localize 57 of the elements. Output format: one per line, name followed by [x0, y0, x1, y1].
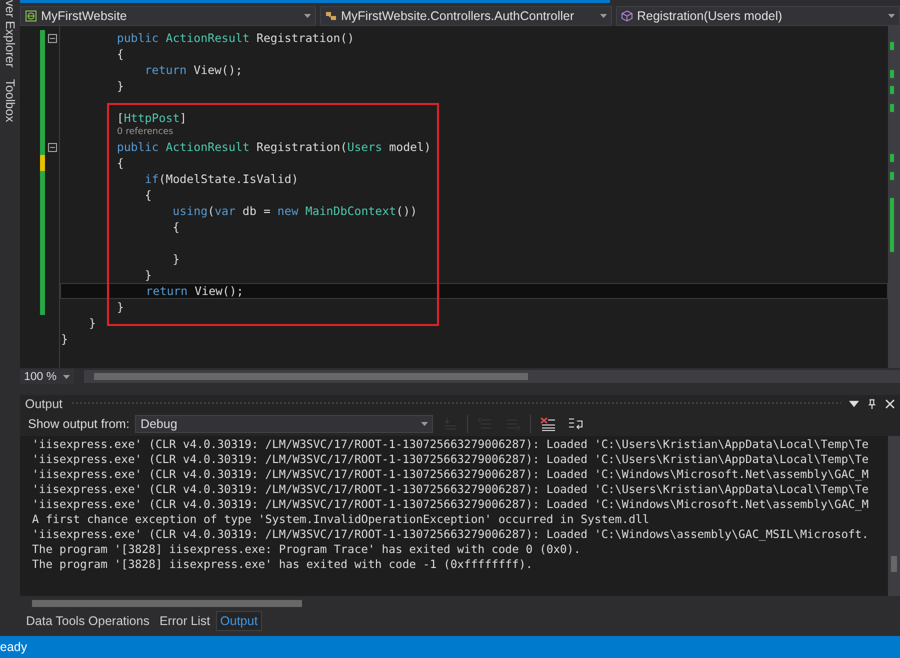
- caret-icon: [63, 374, 70, 378]
- navigation-dropdown[interactable]: Registration(Users model): [616, 6, 900, 26]
- side-tab[interactable]: ver Explorer: [3, 0, 17, 68]
- panel-tab[interactable]: Error List: [155, 610, 214, 630]
- zoom-dropdown[interactable]: 100 %: [20, 369, 74, 384]
- collapse-icon[interactable]: [48, 142, 56, 152]
- code-line: {: [116, 46, 125, 62]
- scrollbar[interactable]: [84, 370, 900, 383]
- close-icon[interactable]: [885, 398, 895, 408]
- collapse-icon[interactable]: [48, 34, 56, 42]
- output-line: 'iisexpress.exe' (CLR v4.0.30319: /LM/W3SVC/17/ROOT-1-130725663279006287): Loaded 'C:\Windows\Microsoft.Net\assembly\GAC_M: [32, 467, 870, 482]
- navigation-dropdown[interactable]: MyFirstWebsite.Controllers.AuthController: [320, 6, 612, 26]
- code-line: {: [144, 187, 153, 203]
- caret-icon: [421, 422, 428, 426]
- code-line: [HttpPost]: [116, 110, 188, 126]
- side-tab[interactable]: Toolbox: [3, 79, 17, 122]
- output-line: 'iisexpress.exe' (CLR v4.0.30319: /LM/W3SVC/17/ROOT-1-130725663279006287): Loaded 'C:\Users\Kristian\AppData\Local\Temp\Te: [32, 437, 870, 452]
- code-line: {: [116, 155, 125, 171]
- output-line: 'iisexpress.exe' (CLR v4.0.30319: /LM/W3SVC/17/ROOT-1-130725663279006287): Loaded 'C:\Users\Kristian\AppData\Local\Temp\Te: [32, 452, 870, 467]
- output-line: 'iisexpress.exe' (CLR v4.0.30319: /LM/W3SVC/17/ROOT-1-130725663279006287): Loaded 'C:\Users\Kristian\AppData\Local\Temp\Te: [32, 482, 870, 497]
- code-line: return View();: [144, 62, 244, 78]
- caret-icon: [304, 14, 311, 18]
- caret-icon: [888, 14, 895, 18]
- output-line: The program '[3828] iisexpress.exe' has exited with code -1 (0xffffffff).: [32, 557, 534, 572]
- pin-icon[interactable]: [867, 398, 877, 408]
- scrollbar[interactable]: [888, 26, 900, 368]
- code-line: }: [116, 78, 125, 94]
- source-label: Show output from:: [28, 417, 130, 431]
- panel-tab[interactable]: Output: [216, 610, 262, 630]
- word-wrap-icon: [568, 417, 584, 431]
- code-line: if(ModelState.IsValid): [144, 171, 300, 187]
- caret-icon: [600, 14, 607, 18]
- code-line: {: [172, 219, 181, 235]
- status-text: eady: [0, 640, 28, 654]
- navigation-dropdown[interactable]: MyFirstWebsite: [20, 6, 316, 26]
- code-line: public ActionResult Registration(): [116, 30, 356, 46]
- scrollbar[interactable]: [888, 436, 900, 596]
- cube-icon: [621, 10, 633, 22]
- output-line: A first chance exception of type 'System.InvalidOperationException' occurred in System.dll: [32, 512, 650, 527]
- code-line: }: [116, 299, 125, 315]
- output-line: 'iisexpress.exe' (CLR v4.0.30319: /LM/W3SVC/17/ROOT-1-130725663279006287): Loaded 'C:\Windows\assembly\GAC_MSIL\Microsoft.: [32, 527, 870, 542]
- panel-title: Output: [25, 396, 63, 410]
- class-icon: [325, 10, 337, 22]
- code-line: }: [60, 331, 69, 347]
- clear-all-icon: [540, 417, 556, 431]
- output-line: 'iisexpress.exe' (CLR v4.0.30319: /LM/W3SVC/17/ROOT-1-130725663279006287): Loaded 'C:\Windows\Microsoft.Net\assembly\GAC_M: [32, 497, 870, 512]
- code-line: }: [88, 315, 97, 331]
- codelens-text[interactable]: 0 references: [117, 127, 174, 137]
- panel-tab[interactable]: Data Tools Operations: [22, 610, 154, 630]
- code-line: using(var db = new MainDbContext()): [172, 203, 418, 219]
- code-line: public ActionResult Registration(Users model): [116, 139, 432, 155]
- output-line: The program '[3828] iisexpress.exe: Program Trace' has exited with code 0 (0x0).: [32, 542, 582, 557]
- source-dropdown[interactable]: Debug: [135, 415, 434, 433]
- globe-icon: [25, 10, 37, 22]
- dropdown-icon[interactable]: [849, 398, 859, 408]
- code-line: }: [144, 267, 153, 283]
- code-line: }: [172, 251, 181, 267]
